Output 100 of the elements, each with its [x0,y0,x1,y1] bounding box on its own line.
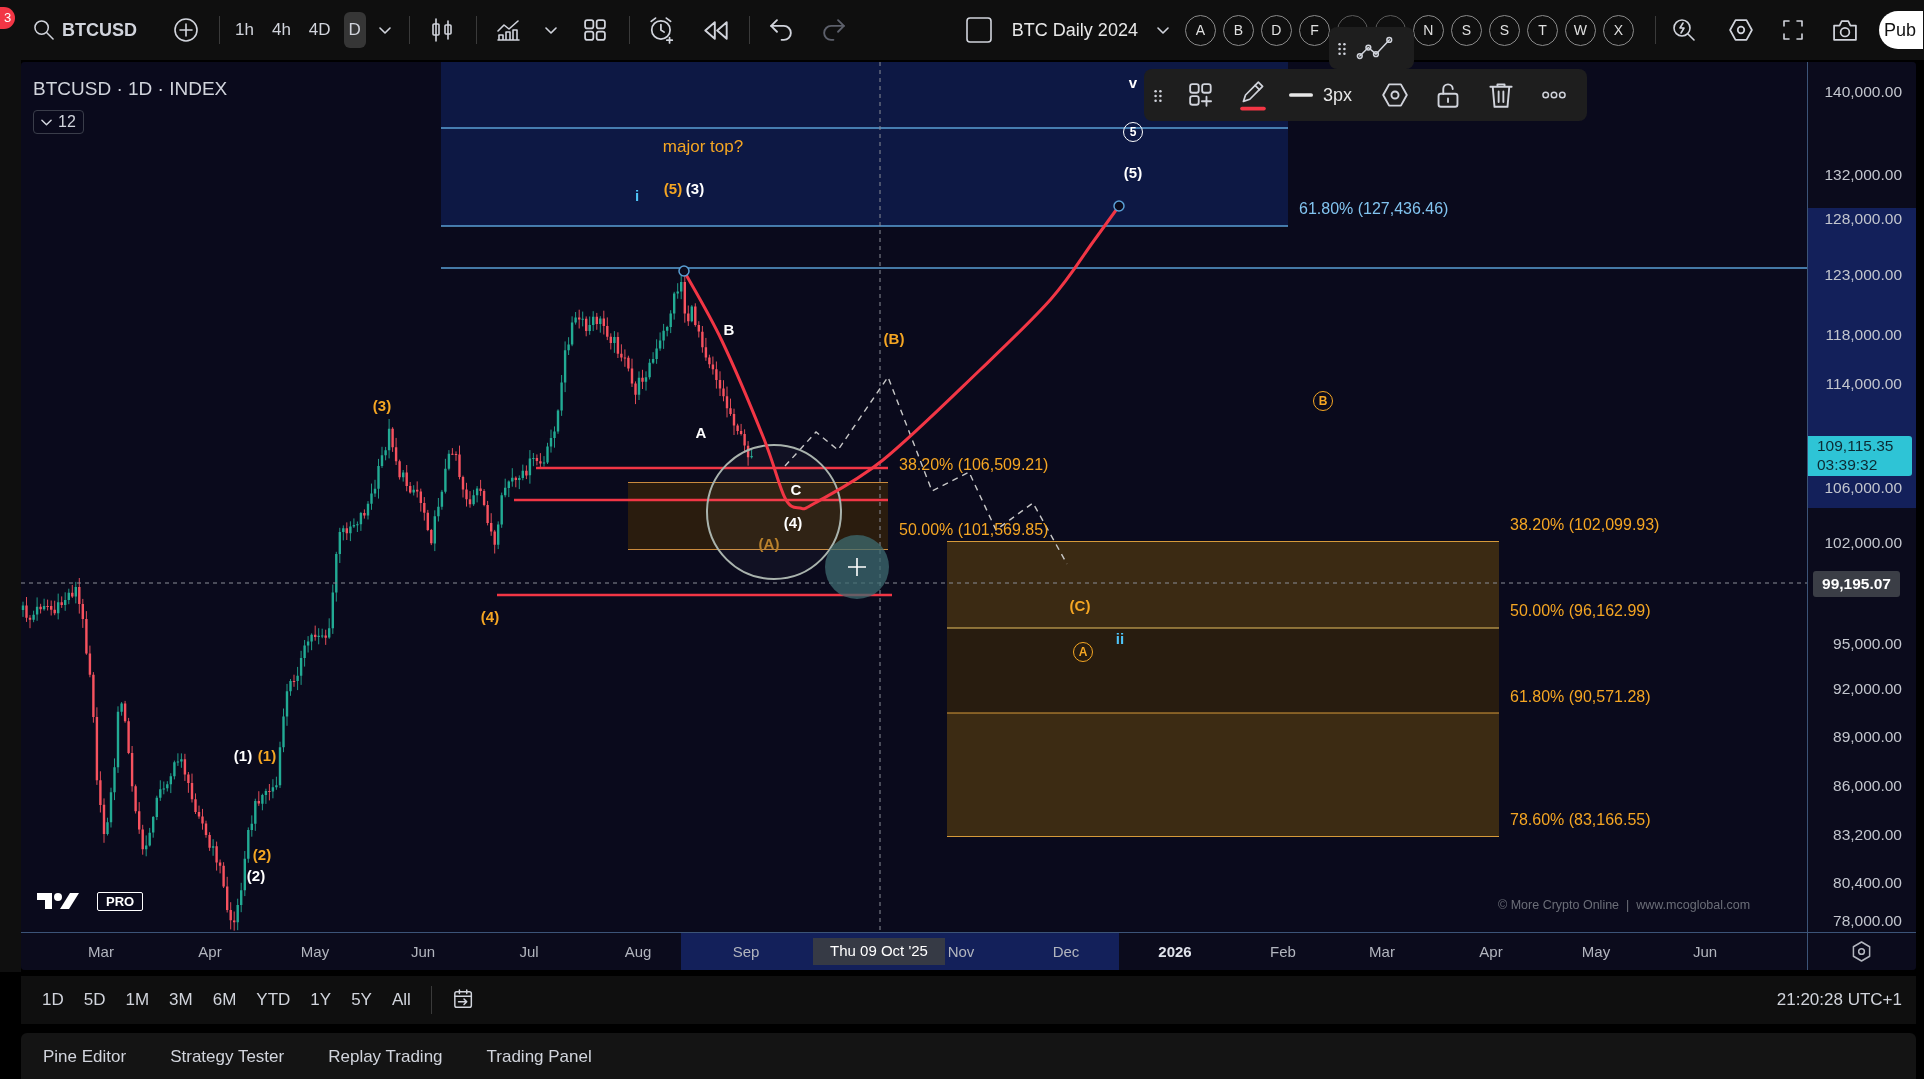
undo-icon [769,19,792,41]
crosshair-cursor-icon [825,535,889,599]
countdown-timer: 03:39:32 [1817,455,1878,474]
panel-tab[interactable]: Strategy Tester [148,1037,307,1077]
range-button[interactable]: 5D [73,983,116,1017]
interval-button[interactable]: 4D [303,12,336,48]
pencil-icon [1239,79,1267,111]
range-button[interactable]: 6M [202,983,247,1017]
indicators-toggle-button[interactable]: 12 [33,110,84,134]
time-label: Nov [947,942,975,962]
wave-label: i [634,187,640,203]
price-label: 102,000.00 [1824,533,1902,553]
anchor-handle-icon[interactable] [678,265,690,277]
price-label: 95,000.00 [1833,634,1902,654]
fib-level-label: 50.00% (101,569.85) [899,522,1049,538]
zigzag-icon [1356,36,1394,60]
time-label: May [1581,942,1611,962]
time-label: Dec [1052,942,1080,962]
interval-button[interactable]: D [343,12,366,48]
wave-label: (2) [252,846,272,862]
publish-button[interactable]: Pub [1878,11,1923,49]
lightning-search-icon [1673,18,1697,42]
fib-level-label: 61.80% (90,571.28) [1510,689,1651,705]
settings-icon [1728,19,1753,41]
time-label: Jun [1692,942,1718,962]
square-icon [965,17,992,43]
plus-circle-icon [174,18,198,42]
crosshair-price-label: 99,195.07 [1813,571,1900,597]
wave-label: (5) [1123,164,1143,180]
range-button[interactable]: All [381,983,421,1017]
letter-tool-button[interactable]: S [1488,14,1520,46]
price-label: 80,400.00 [1833,873,1902,893]
time-label: Aug [624,942,652,962]
range-button[interactable]: 5Y [341,983,382,1017]
price-label: 89,000.00 [1833,727,1902,747]
fib-level-label: 61.80% (127,436.46) [1299,201,1449,217]
panel-tab[interactable]: Trading Panel [464,1037,614,1077]
time-label: May [300,942,330,962]
line-width-button[interactable]: 3px [1285,77,1357,113]
price-label: 140,000.00 [1824,82,1902,102]
wave-label: (A) [758,535,780,551]
wave-label: (B) [883,330,905,346]
price-label: 106,000.00 [1824,478,1902,498]
panel-tab[interactable]: Replay Trading [306,1037,465,1077]
caret-icon [41,118,52,126]
fib-level-label: 50.00% (96,162.99) [1510,603,1651,619]
price-label: 128,000.00 [1824,209,1902,229]
wave-label: B [723,321,735,337]
camera-icon [1832,19,1857,41]
range-button[interactable]: 3M [159,983,203,1017]
last-price: 109,115.35 [1817,436,1894,455]
range-button[interactable]: YTD [246,983,301,1017]
drag-handle-icon [1154,88,1162,103]
chart-title: BTCUSD · 1D · INDEX [33,77,228,101]
time-label: 2026 [1158,942,1192,962]
chart-bars-icon [497,19,521,41]
wave-label: v [1128,74,1138,90]
fib-level-label: 38.20% (102,099.93) [1510,517,1660,533]
symbol-search-button[interactable]: BTCUSD [30,12,141,48]
settings-icon [1852,941,1872,962]
candlestick-icon [431,18,452,42]
range-button[interactable]: 1D [32,983,74,1017]
caret-icon [378,26,391,34]
time-label: Apr [1479,942,1503,962]
range-button[interactable]: 1M [115,983,160,1017]
rewind-icon [703,20,728,40]
interval-button[interactable]: 4h [266,12,296,48]
interval-button[interactable]: 1h [230,12,259,48]
grid-icon [583,19,606,41]
plan-badge: PRO [97,891,144,911]
redo-icon [822,19,845,41]
search-icon [34,20,54,40]
caret-icon [544,26,557,34]
unlock-icon [1437,82,1460,108]
panel-tab[interactable]: Pine Editor [21,1037,149,1077]
wave-label: (1) [257,747,277,763]
clock-text: 21:20:28 UTC+1 [1776,989,1902,1012]
time-label: Mar [88,942,114,962]
drag-handle-icon [1338,41,1346,56]
layout-name[interactable]: BTC Daily 2024 [1011,16,1138,44]
wave-label: (5) [663,180,683,196]
range-button[interactable]: 1Y [300,983,342,1017]
wave-label: (2) [246,867,266,883]
fullscreen-icon [1782,20,1803,40]
time-label: Feb [1270,942,1296,962]
time-label: Sep [732,942,760,962]
price-label: 118,000.00 [1825,325,1902,345]
wave-label: A [695,424,707,440]
more-icon [1542,91,1567,99]
wave-label: (3) [685,180,705,196]
price-label: 114,000.00 [1825,374,1902,394]
time-label: Mar [1369,942,1395,962]
caret-icon [1156,26,1169,34]
price-label: 92,000.00 [1833,679,1902,699]
price-label: 132,000.00 [1824,165,1902,185]
trash-icon [1489,82,1514,108]
alarm-clock-icon [649,16,674,44]
anchor-handle-icon[interactable] [1113,200,1125,212]
settings-icon [1382,83,1409,107]
price-label: 123,000.00 [1824,265,1902,285]
